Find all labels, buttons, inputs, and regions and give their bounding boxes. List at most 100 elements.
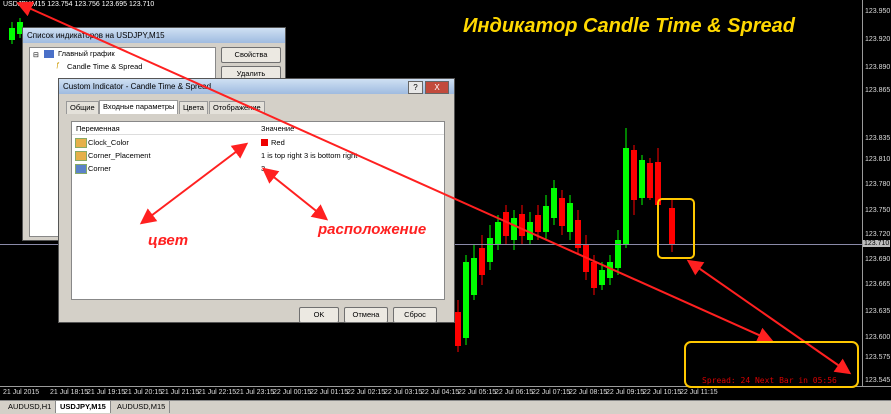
time-label: 21 Jul 2015 — [3, 389, 40, 396]
time-label: 21 Jul 18:15 — [50, 389, 89, 396]
time-label: 21 Jul 20:15 — [124, 389, 163, 396]
candle-body — [639, 160, 645, 198]
candle-body — [669, 208, 675, 245]
param-name: Corner — [88, 164, 111, 173]
help-button[interactable]: ? — [408, 81, 423, 94]
price-label: 123.545 — [865, 377, 891, 384]
candle-body — [655, 162, 661, 205]
time-label: 22 Jul 02:15 — [347, 389, 386, 396]
candle-body — [503, 212, 509, 236]
time-label: 21 Jul 23:15 — [236, 389, 275, 396]
candle-body — [567, 203, 573, 232]
tree-root-label[interactable]: Главный график — [58, 49, 115, 58]
param-icon — [75, 138, 87, 148]
chart-tabbar: AUDUSD,H1 USDJPY,M15 AUDUSD,M15 — [0, 400, 891, 414]
param-icon — [75, 164, 87, 174]
properties-button[interactable]: Свойства — [221, 47, 281, 63]
chart-window-icon — [44, 50, 54, 58]
time-label: 21 Jul 21:15 — [161, 389, 200, 396]
candle-body — [583, 245, 589, 272]
price-label: 123.810 — [865, 156, 891, 163]
price-label: 123.890 — [865, 64, 891, 71]
ok-button[interactable]: OK — [299, 307, 339, 323]
candle-body — [535, 215, 541, 232]
chart-title: Индикатор Candle Time & Spread — [463, 15, 795, 37]
candle-body — [487, 238, 493, 262]
time-label: 22 Jul 05:15 — [458, 389, 497, 396]
tab-colors[interactable]: Цвета — [179, 101, 208, 114]
symbol-info: USDJPY,M15 123.754 123.756 123.695 123.7… — [3, 1, 155, 8]
candle-body — [511, 218, 517, 240]
candle-body — [551, 188, 557, 218]
price-label: 123.575 — [865, 354, 891, 361]
price-label: 123.690 — [865, 256, 891, 263]
indicators-window-title: Список индикаторов на USDJPY,M15 — [23, 28, 285, 43]
param-value[interactable]: Red — [261, 137, 285, 148]
candle-body — [647, 163, 653, 198]
candle-body — [495, 222, 501, 245]
cancel-button[interactable]: Отмена — [344, 307, 388, 323]
candle-body — [623, 148, 629, 245]
candle-body — [631, 150, 637, 200]
candle-body — [527, 222, 533, 240]
tree-indicator-label[interactable]: Candle Time & Spread — [67, 62, 142, 71]
placement-annotation-label: расположение — [318, 221, 427, 238]
time-label: 22 Jul 04:15 — [421, 389, 460, 396]
tab-general[interactable]: Общие — [66, 101, 99, 114]
time-label: 22 Jul 06:15 — [495, 389, 534, 396]
table-row[interactable]: Corner 3 — [72, 163, 444, 174]
candle-body — [599, 270, 605, 285]
dialog-title: Custom Indicator - Candle Time & Spread — [59, 79, 454, 94]
param-value[interactable]: 3 — [261, 163, 265, 174]
price-label: 123.720 — [865, 231, 891, 238]
table-row[interactable]: Clock_Color Red — [72, 137, 444, 148]
time-label: 22 Jul 01:15 — [310, 389, 349, 396]
close-button[interactable]: X — [425, 81, 449, 94]
spread-clock-text: Spread: 24 Next Bar in 05:56 — [702, 376, 837, 385]
time-label: 22 Jul 11:15 — [680, 389, 718, 396]
time-label: 22 Jul 07:15 — [532, 389, 571, 396]
price-label: 123.835 — [865, 135, 891, 142]
param-value-text: Red — [271, 138, 285, 147]
price-label: 123.600 — [865, 334, 891, 341]
tab-audusd-m15[interactable]: AUDUSD,M15 — [113, 401, 171, 413]
time-label: 21 Jul 22:15 — [198, 389, 237, 396]
table-row[interactable]: Corner_Placement 1 is top right 3 is bot… — [72, 150, 444, 161]
price-label: 123.635 — [865, 308, 891, 315]
table-header: Переменная Значение — [72, 123, 444, 135]
candle-body — [607, 262, 613, 278]
indicator-icon: ƒ — [56, 62, 60, 69]
price-label: 123.920 — [865, 36, 891, 43]
param-icon — [75, 151, 87, 161]
price-label: 123.950 — [865, 8, 891, 15]
time-label: 22 Jul 00:15 — [273, 389, 312, 396]
time-label: 22 Jul 08:15 — [569, 389, 608, 396]
price-label: 123.865 — [865, 87, 891, 94]
tab-audusd-h1[interactable]: AUDUSD,H1 — [4, 401, 57, 413]
price-label: 123.750 — [865, 207, 891, 214]
color-swatch — [261, 139, 268, 146]
price-label: 123.665 — [865, 281, 891, 288]
param-value[interactable]: 1 is top right 3 is bottom right — [261, 150, 357, 161]
candle-body — [9, 28, 15, 40]
candle-body — [455, 312, 461, 346]
tab-usdjpy-m15[interactable]: USDJPY,M15 — [56, 401, 111, 413]
dialog-tabs: Общие Входные параметры Цвета Отображени… — [66, 100, 446, 114]
col-value-header: Значение — [261, 124, 295, 133]
tab-visualization[interactable]: Отображение — [209, 101, 265, 114]
tree-collapse-icon[interactable]: ⊟ — [33, 51, 39, 59]
time-label: 21 Jul 19:15 — [87, 389, 126, 396]
current-price-label: 123.710 — [863, 240, 891, 247]
candle-body — [519, 214, 525, 236]
col-variable-header: Переменная — [76, 124, 120, 133]
price-axis: 123.950 123.920 123.890 123.865 123.835 … — [862, 0, 891, 386]
candle-body — [479, 248, 485, 275]
candle-body — [463, 262, 469, 338]
inputs-table[interactable]: Переменная Значение Clock_Color Red Corn… — [71, 121, 445, 300]
time-label: 22 Jul 09:15 — [606, 389, 645, 396]
tab-inputs[interactable]: Входные параметры — [99, 100, 179, 114]
price-label: 123.780 — [865, 181, 891, 188]
time-axis: 21 Jul 2015 21 Jul 18:15 21 Jul 19:15 21… — [0, 386, 891, 401]
time-label: 22 Jul 03:15 — [384, 389, 423, 396]
reset-button[interactable]: Сброс — [393, 307, 437, 323]
